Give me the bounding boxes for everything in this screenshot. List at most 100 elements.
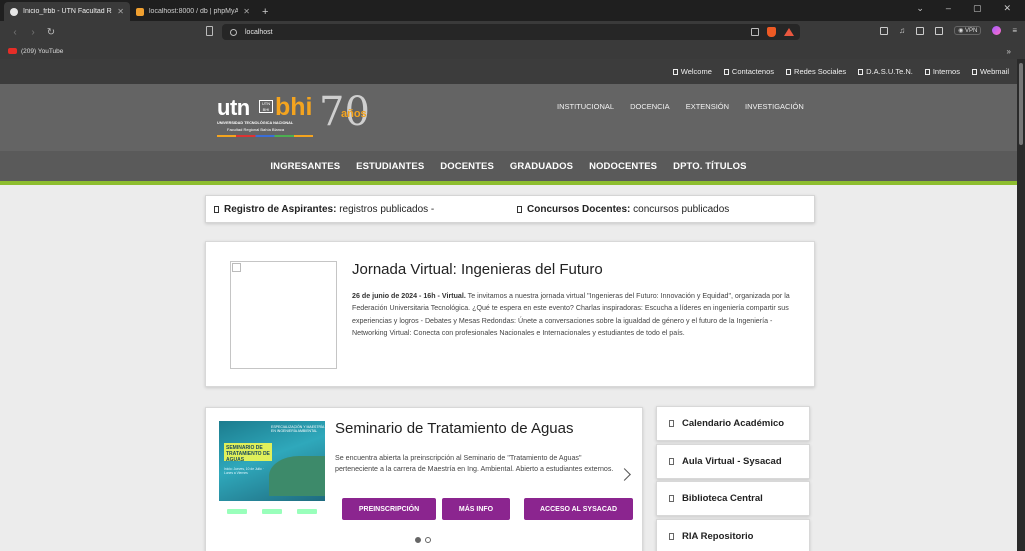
menu-extension[interactable]: EXTENSIÓN (686, 102, 729, 111)
site-info-icon[interactable] (230, 28, 237, 36)
slider-dot[interactable] (425, 537, 431, 543)
scrollbar-thumb[interactable] (1019, 63, 1023, 145)
bookmark-icon[interactable] (206, 26, 213, 36)
logo-bhi: bhi (275, 93, 313, 121)
music-icon[interactable]: ♫ (899, 26, 905, 35)
forward-icon[interactable]: › (24, 27, 42, 38)
seminar-slider: ESPECIALIZACIÓN Y MAESTRÍA EN INGENIERÍA… (205, 407, 643, 551)
menu-investigacion[interactable]: INVESTIGACIÓN (745, 102, 804, 111)
sidebar-link-biblioteca[interactable]: Biblioteca Central (656, 481, 810, 516)
poster-heading: ESPECIALIZACIÓN Y MAESTRÍA EN INGENIERÍA… (271, 425, 325, 433)
leo-ai-icon[interactable] (992, 26, 1002, 35)
toplink-internos[interactable]: Internos (924, 67, 960, 76)
address-bar[interactable]: localhost (222, 24, 800, 40)
slider-dots (415, 537, 431, 543)
seminar-poster[interactable]: ESPECIALIZACIÓN Y MAESTRÍA EN INGENIERÍA… (219, 421, 325, 501)
utn-bhi-logo[interactable]: utn UTN BHI bhi UNIVERSIDAD TECNOLÓGICA … (215, 89, 390, 145)
toplink-welcome[interactable]: Welcome (672, 67, 712, 76)
nav-dpto-titulos[interactable]: DPTO. TÍTULOS (673, 161, 746, 172)
logo-anos: años (341, 108, 367, 120)
back-icon[interactable]: ‹ (6, 27, 24, 38)
poster-title: SEMINARIO DE TRATAMIENTO DE AGUAS (224, 443, 272, 463)
feature-title[interactable]: Jornada Virtual: Ingenieras del Futuro (352, 261, 603, 278)
sidebar-icon[interactable] (880, 26, 889, 35)
chevron-right-icon[interactable] (618, 468, 631, 481)
square-icon (214, 205, 219, 213)
square-icon (924, 68, 930, 75)
minimize-icon[interactable]: – (946, 3, 951, 14)
brave-rewards-icon[interactable] (784, 28, 794, 36)
sidebar-link-calendario[interactable]: Calendario Académico (656, 406, 810, 441)
poster-details: Inicio: Jueves, 10 de Julio · Lunes a Vi… (224, 467, 264, 475)
logo-color-stripe (217, 135, 313, 137)
reload-icon[interactable]: ↻ (42, 27, 60, 38)
ticker-text: registros publicados - (336, 203, 435, 215)
logo-badge: UTN BHI (259, 100, 273, 113)
nav-estudiantes[interactable]: ESTUDIANTES (356, 161, 424, 172)
nav-nodocentes[interactable]: NODOCENTES (589, 161, 657, 172)
close-icon[interactable]: ✕ (243, 7, 250, 16)
new-tab-button[interactable]: + (256, 6, 274, 21)
bookmark-youtube[interactable]: (209) YouTube (21, 48, 63, 55)
close-window-icon[interactable]: ✕ (1003, 3, 1011, 14)
square-icon (669, 420, 674, 427)
brave-shields-icon[interactable] (767, 27, 776, 37)
broken-image-icon (232, 263, 241, 272)
page-scrollbar[interactable] (1017, 59, 1025, 551)
tab-phpmyadmin[interactable]: localhost:8000 / db | phpMyAdmin 5 ✕ (130, 2, 256, 21)
toplink-webmail[interactable]: Webmail (971, 67, 1009, 76)
audience-nav: INGRESANTES ESTUDIANTES DOCENTES GRADUAD… (0, 151, 1017, 185)
slider-dot-active[interactable] (415, 537, 421, 543)
toplink-label: Internos (932, 67, 960, 76)
square-icon (669, 495, 674, 502)
poster-logos (219, 504, 325, 518)
sidebar-link-label: Aula Virtual - Sysacad (682, 456, 782, 467)
preinscripcion-button[interactable]: PREINSCRIPCIÓN (342, 498, 436, 520)
bookmarks-overflow-icon[interactable]: » (1007, 47, 1011, 56)
window-controls: ⌄ – ▢ ✕ (916, 3, 1025, 14)
tab-utn[interactable]: Inicio_frbb - UTN Facultad Reg ✕ (4, 2, 130, 21)
acceso-sysacad-button[interactable]: ACCESO AL SYSACAD (524, 498, 633, 520)
site-header: utn UTN BHI bhi UNIVERSIDAD TECNOLÓGICA … (0, 84, 1017, 151)
sidebar-link-ria[interactable]: RIA Repositorio (656, 519, 810, 551)
square-icon (669, 533, 674, 540)
toplink-redes-sociales[interactable]: Redes Sociales (786, 67, 846, 76)
mas-info-button[interactable]: MÁS INFO (442, 498, 510, 520)
square-icon (723, 68, 729, 75)
toplink-label: Welcome (680, 67, 712, 76)
tab-search-icon[interactable]: ⌄ (916, 3, 924, 14)
seminar-body: Se encuentra abierta la preinscripción a… (335, 454, 614, 473)
top-links-bar: Welcome Contactenos Redes Sociales D.A.S… (0, 59, 1017, 84)
menu-icon[interactable]: ≡ (1012, 26, 1017, 35)
main-menu: INSTITUCIONAL DOCENCIA EXTENSIÓN INVESTI… (557, 102, 804, 111)
split-view-icon[interactable] (916, 26, 925, 35)
square-icon (669, 458, 674, 465)
menu-docencia[interactable]: DOCENCIA (630, 102, 670, 111)
sidebar-link-label: RIA Repositorio (682, 531, 754, 542)
square-icon (786, 68, 792, 75)
wallet-icon[interactable] (935, 26, 944, 35)
menu-institucional[interactable]: INSTITUCIONAL (557, 102, 614, 111)
toplink-contactenos[interactable]: Contactenos (723, 67, 774, 76)
toplink-label: Redes Sociales (794, 67, 847, 76)
sidebar-link-aula-virtual[interactable]: Aula Virtual - Sysacad (656, 444, 810, 479)
web-page: Welcome Contactenos Redes Sociales D.A.S… (0, 59, 1017, 551)
toplink-dasuten[interactable]: D.A.S.U.Te.N. (858, 67, 913, 76)
ticker-bold: Registro de Aspirantes: (224, 203, 337, 215)
nav-ingresantes[interactable]: INGRESANTES (270, 161, 340, 172)
share-icon[interactable] (751, 28, 759, 36)
tab-title: localhost:8000 / db | phpMyAdmin 5 (149, 8, 239, 15)
close-icon[interactable]: ✕ (117, 7, 124, 16)
url-text: localhost (245, 28, 273, 36)
nav-docentes[interactable]: DOCENTES (440, 161, 494, 172)
ticker-item-concursos[interactable]: Concursos Docentes: concursos publicados (517, 204, 729, 215)
vpn-button[interactable]: ◉ VPN (954, 26, 982, 35)
square-icon (858, 68, 864, 75)
feature-card: Jornada Virtual: Ingenieras del Futuro 2… (205, 241, 815, 387)
ticker-item-registro[interactable]: Registro de Aspirantes: registros public… (214, 204, 434, 215)
square-icon (672, 68, 678, 75)
nav-graduados[interactable]: GRADUADOS (510, 161, 573, 172)
logo-university: UNIVERSIDAD TECNOLÓGICA NACIONAL (217, 121, 294, 125)
seminar-title[interactable]: Seminario de Tratamiento de Aguas (335, 420, 573, 437)
maximize-icon[interactable]: ▢ (973, 3, 982, 14)
